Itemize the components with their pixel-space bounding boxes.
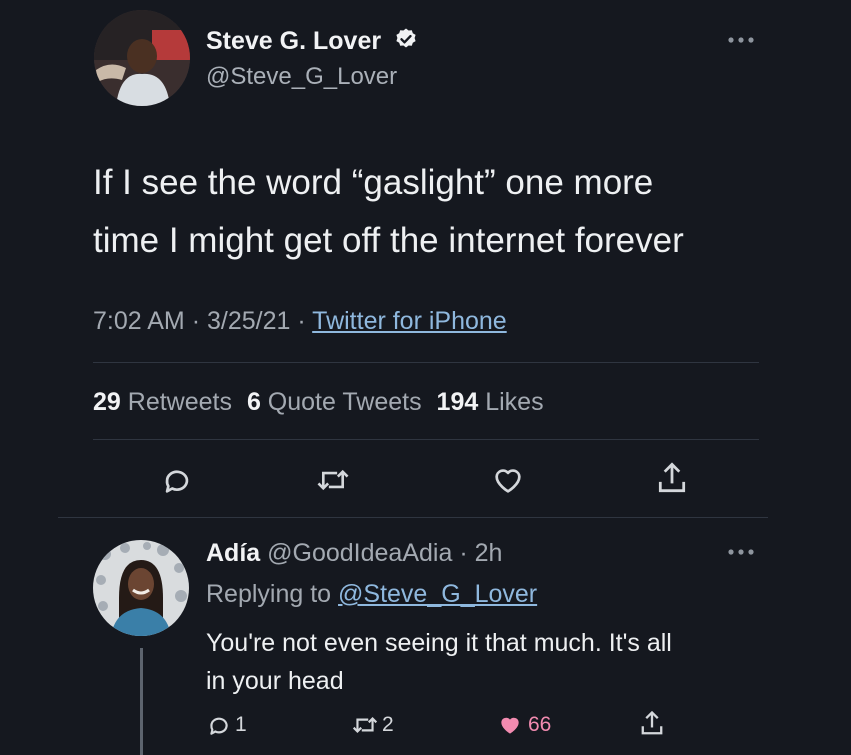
author-avatar[interactable]	[94, 10, 190, 106]
likes-count: 194	[436, 388, 479, 416]
tweet-date: 3/25/21	[206, 307, 291, 335]
divider	[93, 439, 759, 440]
author-name-text[interactable]: Steve G. Lover	[206, 27, 381, 55]
quotes-count: 6	[246, 388, 261, 416]
replying-to-handle[interactable]: @Steve_G_Lover	[338, 580, 537, 608]
replying-to-label: Replying to	[206, 580, 332, 608]
verified-icon	[394, 27, 418, 58]
reply-author-name[interactable]: Adía	[206, 539, 260, 567]
divider	[58, 517, 768, 518]
author-handle[interactable]: @Steve_G_Lover	[206, 62, 397, 92]
like-icon[interactable]	[490, 463, 526, 497]
share-icon[interactable]	[638, 709, 666, 739]
tweet-meta: 7:02 AM · 3/25/21 · Twitter for iPhone	[93, 306, 507, 336]
reply-count: 1	[235, 713, 247, 736]
reply-author-avatar[interactable]	[93, 540, 189, 636]
like-count: 66	[528, 713, 552, 736]
thread-line	[140, 648, 143, 755]
reply-author-handle[interactable]: @GoodIdeaAdia	[267, 539, 452, 567]
reply-header: Adía @GoodIdeaAdia · 2h	[206, 538, 502, 568]
tweet-source-link[interactable]: Twitter for iPhone	[312, 307, 507, 335]
retweet-count: 2	[382, 713, 394, 736]
quotes-stat[interactable]: 6 Quote Tweets	[247, 388, 429, 416]
reply-text: You're not even seeing it that much. It'…	[206, 624, 672, 700]
reply-age: · 2h	[459, 539, 503, 567]
retweet-icon	[351, 712, 379, 738]
reply-icon	[206, 712, 232, 738]
reply-text-line: You're not even seeing it that much. It'…	[206, 629, 672, 657]
retweets-count: 29	[93, 388, 121, 416]
retweet-icon[interactable]	[315, 463, 351, 497]
quotes-label: Quote Tweets	[267, 388, 422, 416]
meta-separator: ·	[297, 307, 306, 335]
meta-separator: ·	[191, 307, 201, 335]
tweet-time: 7:02 AM	[93, 307, 185, 335]
reply-more-icon[interactable]	[726, 546, 756, 558]
tweet-text-line: If I see the word “gaslight” one more	[93, 163, 654, 202]
reply-reply-action[interactable]: 1	[206, 711, 247, 739]
replying-to: Replying to @Steve_G_Lover	[206, 579, 537, 609]
like-filled-icon	[496, 712, 524, 738]
tweet-stats: 29 Retweets 6 Quote Tweets 194 Likes	[93, 387, 544, 417]
retweets-label: Retweets	[127, 388, 232, 416]
reply-like-action[interactable]: 66	[496, 711, 551, 739]
author-name[interactable]: Steve G. Lover	[206, 26, 418, 58]
reply-retweet-action[interactable]: 2	[351, 711, 394, 739]
retweets-stat[interactable]: 29 Retweets	[93, 388, 239, 416]
reply-icon[interactable]	[160, 463, 194, 497]
reply-text-line: in your head	[206, 667, 344, 695]
share-icon[interactable]	[654, 460, 690, 498]
divider	[93, 362, 759, 363]
likes-stat[interactable]: 194 Likes	[437, 388, 544, 416]
likes-label: Likes	[485, 388, 544, 416]
more-icon[interactable]	[726, 34, 756, 46]
tweet-text-line: time I might get off the internet foreve…	[93, 221, 684, 260]
tweet-text: If I see the word “gaslight” one more ti…	[93, 154, 684, 270]
